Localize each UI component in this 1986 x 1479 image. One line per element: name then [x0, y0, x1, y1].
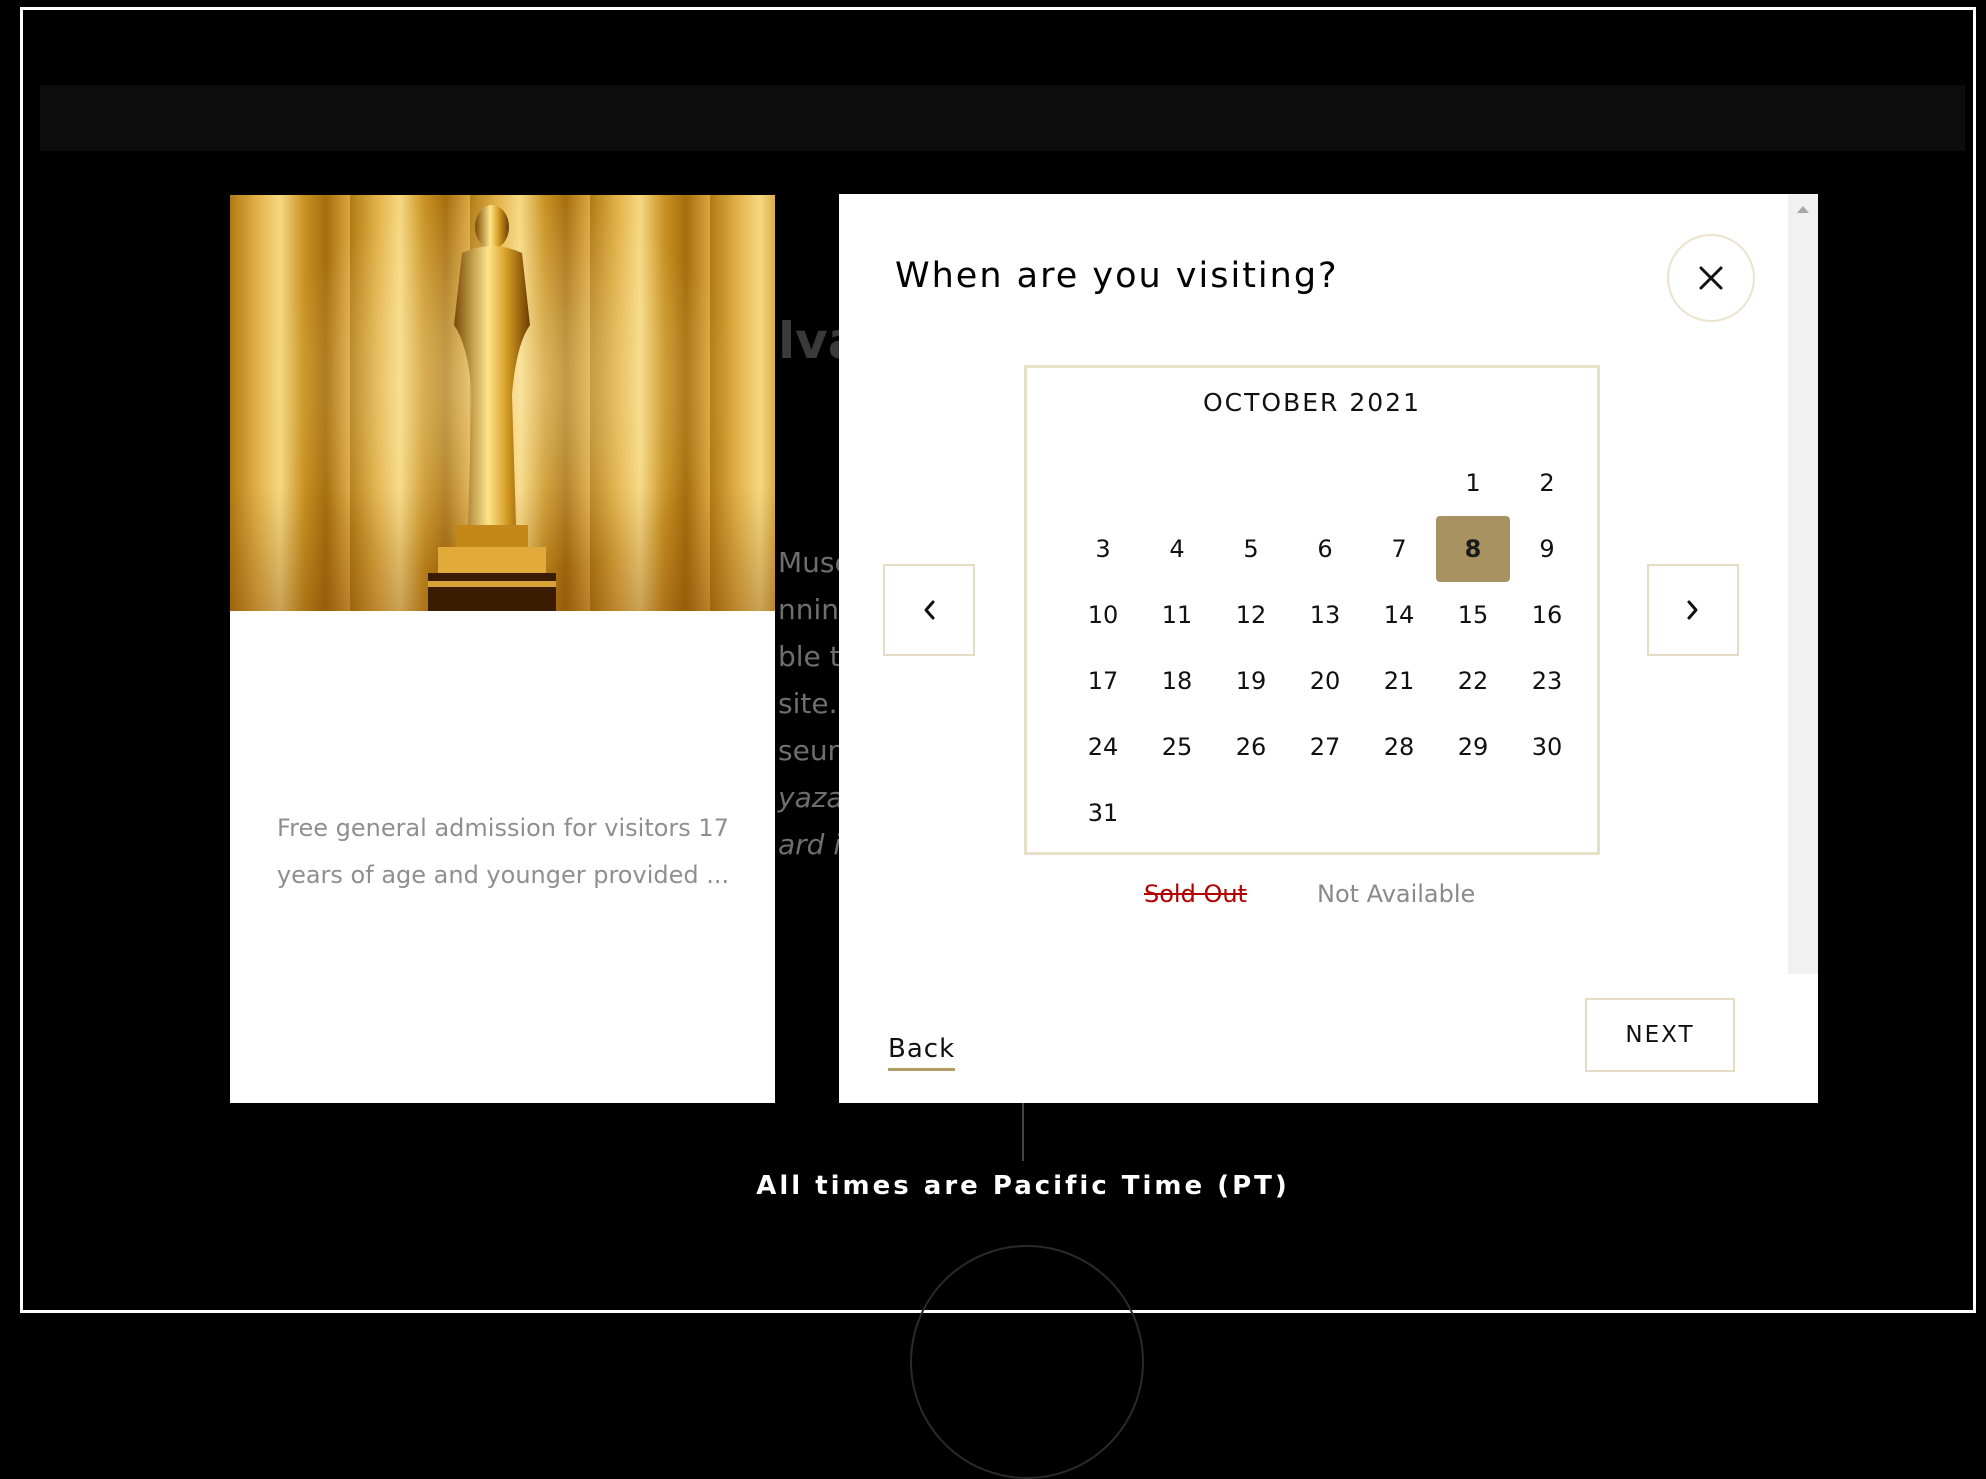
calendar-empty-cell: [1140, 450, 1214, 516]
promo-description: Free general admission for visitors 17 y…: [276, 814, 730, 889]
calendar-empty-cell: [1362, 450, 1436, 516]
date-picker-modal: When are you visiting? OCTOBER 2021 1234…: [839, 194, 1818, 1103]
calendar-day[interactable]: 27: [1288, 714, 1362, 780]
next-button[interactable]: NEXT: [1585, 998, 1735, 1072]
legend-not-available: Not Available: [1317, 880, 1476, 908]
calendar-day[interactable]: 19: [1214, 648, 1288, 714]
calendar-day[interactable]: 1: [1436, 450, 1510, 516]
calendar-day[interactable]: 28: [1362, 714, 1436, 780]
calendar-empty-cell: [1288, 450, 1362, 516]
calendar-day[interactable]: 3: [1066, 516, 1140, 582]
calendar-day[interactable]: 16: [1510, 582, 1584, 648]
modal-title: When are you visiting?: [895, 256, 1339, 296]
calendar-day[interactable]: 31: [1066, 780, 1140, 846]
calendar-day-grid: 1 2 3 4 5 6 7 8 9 10 11 12 13 14 15 16 17 18 19 20 21 22 23 24 2…: [1066, 450, 1584, 846]
calendar-day[interactable]: 24: [1066, 714, 1140, 780]
calendar-empty-cell: [1066, 450, 1140, 516]
calendar-day[interactable]: 17: [1066, 648, 1140, 714]
previous-month-button[interactable]: [883, 564, 975, 656]
calendar-day[interactable]: 10: [1066, 582, 1140, 648]
calendar-day[interactable]: 25: [1140, 714, 1214, 780]
header-band: [40, 85, 1965, 151]
legend-sold-out: Sold Out: [1144, 880, 1247, 908]
calendar: OCTOBER 2021 1 2 3 4 5 6 7 8 9 10 11 12 13 14 15 16 17 18…: [1024, 365, 1600, 855]
calendar-day[interactable]: 29: [1436, 714, 1510, 780]
back-link[interactable]: Back: [888, 1034, 956, 1071]
calendar-day[interactable]: 6: [1288, 516, 1362, 582]
calendar-day-selected[interactable]: 8: [1436, 516, 1510, 582]
calendar-day[interactable]: 18: [1140, 648, 1214, 714]
calendar-month-label: OCTOBER 2021: [1203, 388, 1421, 417]
calendar-day[interactable]: 22: [1436, 648, 1510, 714]
chevron-left-icon: [924, 600, 935, 620]
oscar-statuette-icon: [428, 205, 556, 611]
promo-card: Free general admission for visitors 17 y…: [230, 195, 775, 1103]
calendar-day[interactable]: 2: [1510, 450, 1584, 516]
calendar-day[interactable]: 15: [1436, 582, 1510, 648]
calendar-day[interactable]: 26: [1214, 714, 1288, 780]
calendar-day[interactable]: 12: [1214, 582, 1288, 648]
timezone-note: All times are Pacific Time (PT): [756, 1171, 1290, 1201]
background-text: ard i: [778, 828, 842, 861]
calendar-day[interactable]: 7: [1362, 516, 1436, 582]
calendar-day[interactable]: 9: [1510, 516, 1584, 582]
calendar-day[interactable]: 5: [1214, 516, 1288, 582]
scroll-up-arrow-icon[interactable]: [1797, 206, 1809, 213]
calendar-empty-cell: [1214, 450, 1288, 516]
next-month-button[interactable]: [1647, 564, 1739, 656]
calendar-day[interactable]: 30: [1510, 714, 1584, 780]
background-text: ble t: [778, 640, 841, 673]
calendar-day[interactable]: 21: [1362, 648, 1436, 714]
calendar-day[interactable]: 20: [1288, 648, 1362, 714]
modal-scrollbar[interactable]: [1788, 194, 1818, 974]
calendar-day[interactable]: 13: [1288, 582, 1362, 648]
chevron-right-icon: [1687, 600, 1698, 620]
calendar-day[interactable]: 11: [1140, 582, 1214, 648]
calendar-day[interactable]: 4: [1140, 516, 1214, 582]
close-button[interactable]: [1667, 234, 1755, 322]
calendar-day[interactable]: 23: [1510, 648, 1584, 714]
decorative-circle: [910, 1245, 1144, 1479]
connector-line: [1022, 1103, 1024, 1161]
promo-image: [230, 195, 775, 611]
close-icon: [1699, 266, 1723, 290]
calendar-day[interactable]: 14: [1362, 582, 1436, 648]
